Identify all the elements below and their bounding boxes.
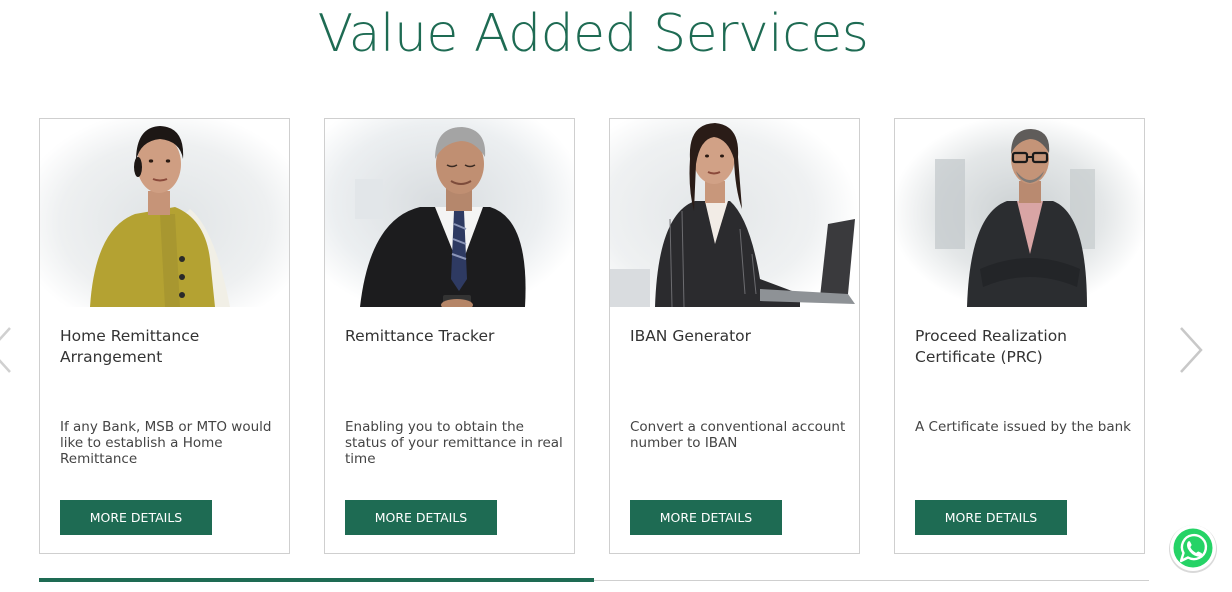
card-title: Remittance Tracker [345, 327, 495, 345]
service-card-iban-generator: IBAN Generator Convert a conventional ac… [609, 118, 860, 554]
more-details-button[interactable]: MORE DETAILS [345, 500, 497, 535]
chevron-left-icon [0, 327, 11, 373]
card-title: Proceed Realization Certificate (PRC) [915, 327, 1067, 366]
more-details-button[interactable]: MORE DETAILS [630, 500, 782, 535]
card-description: Enabling you to obtain the status of you… [345, 419, 563, 467]
carousel-next-button[interactable] [1175, 322, 1205, 378]
card-image-man-suit-phone [325, 119, 574, 307]
carousel-prev-button[interactable] [0, 322, 16, 378]
carousel-progress-fill [39, 578, 594, 582]
more-details-button[interactable]: MORE DETAILS [915, 500, 1067, 535]
card-image-woman-yellow [40, 119, 289, 307]
card-image-man-glasses [895, 119, 1144, 307]
whatsapp-icon [1169, 525, 1217, 573]
chevron-right-icon [1180, 327, 1203, 373]
value-added-services-section: Value Added Services Home Remittance Arr… [0, 0, 1232, 592]
service-card-prc: Proceed Realization Certificate (PRC) A … [894, 118, 1145, 554]
carousel-progress-track [39, 578, 1149, 582]
card-title: Home Remittance Arrangement [60, 327, 200, 366]
card-description: A Certificate issued by the bank [915, 419, 1131, 435]
service-card-home-remittance: Home Remittance Arrangement If any Bank,… [39, 118, 290, 554]
section-title: Value Added Services [317, 4, 869, 64]
whatsapp-chat-button[interactable] [1167, 522, 1219, 574]
more-details-button[interactable]: MORE DETAILS [60, 500, 212, 535]
service-card-remittance-tracker: Remittance Tracker Enabling you to obtai… [324, 118, 575, 554]
card-description: If any Bank, MSB or MTO would like to es… [60, 419, 272, 467]
card-title: IBAN Generator [630, 327, 752, 345]
card-image-woman-laptop [610, 119, 859, 307]
card-description: Convert a conventional account number to… [630, 419, 846, 451]
